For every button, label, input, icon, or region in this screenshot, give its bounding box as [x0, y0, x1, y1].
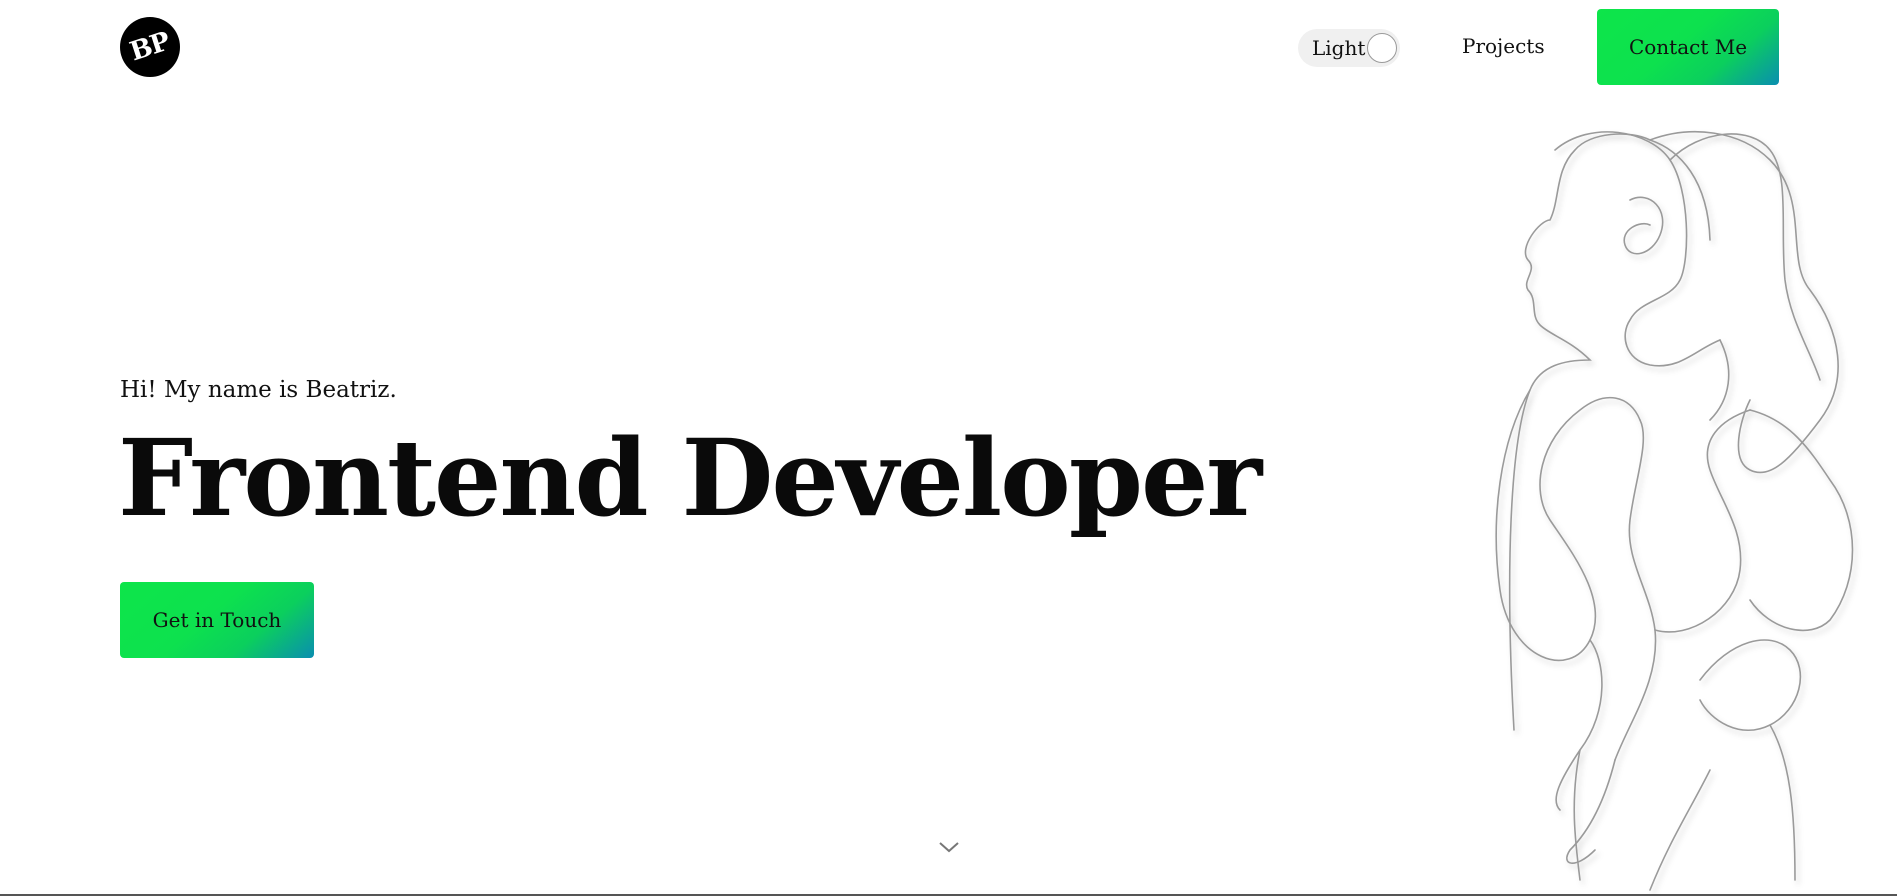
theme-toggle[interactable]: Light — [1298, 29, 1401, 67]
intro-text: Hi! My name is Beatriz. — [120, 377, 397, 403]
contact-me-label: Contact Me — [1628, 35, 1748, 59]
logo[interactable]: BP — [120, 17, 180, 77]
chevron-down-icon[interactable] — [937, 836, 961, 860]
page-title: Frontend Developer — [118, 415, 1262, 540]
logo-text: BP — [126, 26, 174, 68]
contact-me-button[interactable]: Contact Me — [1597, 9, 1779, 85]
get-in-touch-label: Get in Touch — [152, 608, 282, 632]
landing-page: BP Light Projects Contact Me Hi! My name… — [0, 0, 1897, 896]
get-in-touch-button[interactable]: Get in Touch — [120, 582, 314, 658]
line-art-illustration — [1495, 131, 1854, 891]
theme-toggle-label: Light — [1312, 36, 1366, 60]
nav-projects-link[interactable]: Projects — [1462, 34, 1545, 58]
toggle-knob[interactable] — [1367, 33, 1398, 63]
